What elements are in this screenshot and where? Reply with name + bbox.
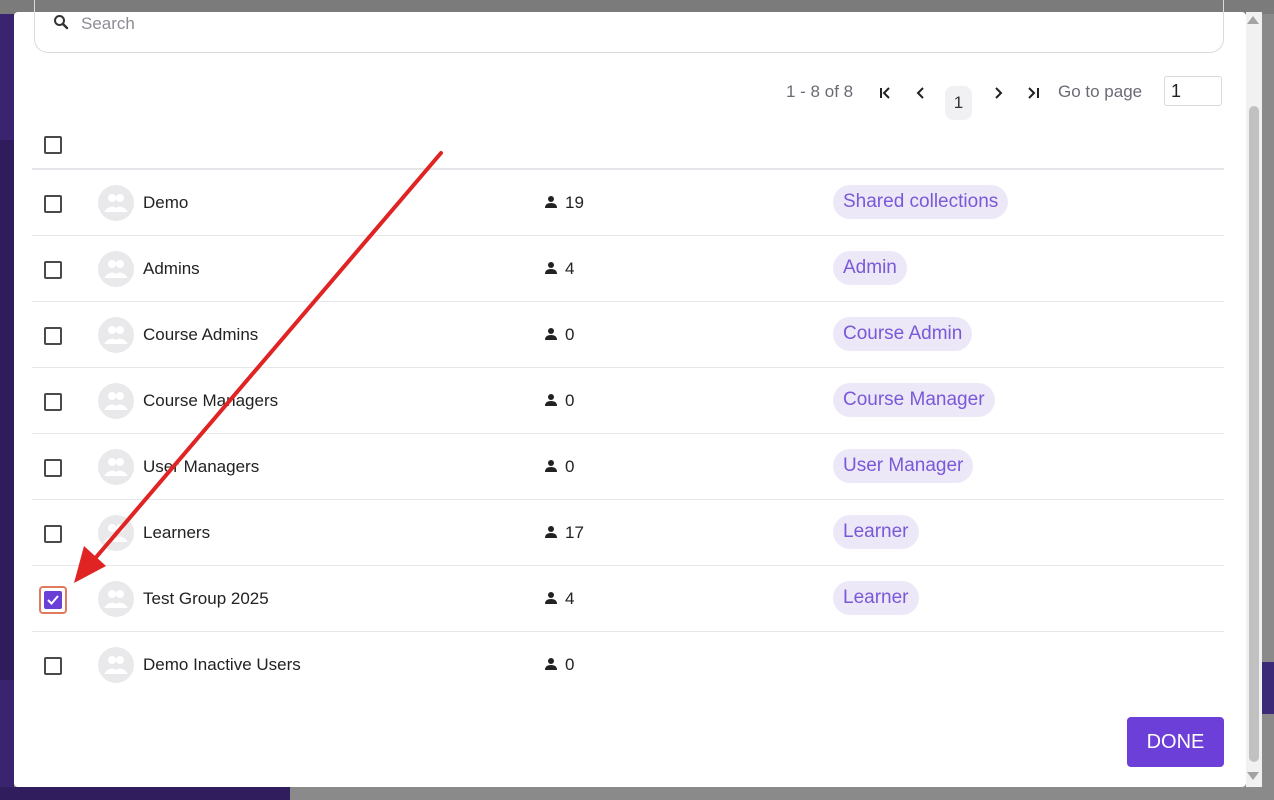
- scroll-down-icon[interactable]: [1247, 772, 1259, 780]
- row-checkbox[interactable]: [44, 327, 62, 345]
- row-checkbox[interactable]: [44, 657, 62, 675]
- group-name: Learners: [143, 523, 211, 542]
- role-tag: Course Manager: [833, 383, 995, 417]
- done-button[interactable]: DONE: [1127, 717, 1224, 767]
- person-icon: [545, 196, 557, 208]
- scroll-up-icon[interactable]: [1247, 16, 1259, 24]
- search-input[interactable]: [79, 10, 783, 38]
- go-to-page-label: Go to page: [1058, 82, 1143, 101]
- member-count: 19: [565, 193, 584, 212]
- scroll-thumb[interactable]: [1249, 106, 1259, 762]
- previous-page-icon[interactable]: [912, 84, 930, 102]
- member-count: 0: [565, 325, 575, 344]
- role-tag: User Manager: [833, 449, 974, 483]
- check-icon: [47, 595, 59, 605]
- person-icon: [545, 262, 557, 274]
- last-page-icon[interactable]: [1024, 84, 1042, 102]
- group-avatar-icon: [98, 515, 134, 551]
- group-name: User Managers: [143, 457, 260, 476]
- current-page-button[interactable]: 1: [945, 86, 972, 120]
- group-name: Demo Inactive Users: [143, 655, 301, 674]
- first-page-icon[interactable]: [877, 84, 895, 102]
- backdrop-bottom-bar: [0, 787, 290, 800]
- role-tag: Course Admin: [833, 317, 973, 351]
- member-count: 0: [565, 391, 575, 410]
- group-avatar-icon: [98, 251, 134, 287]
- backdrop-sidebar-strip: [0, 140, 14, 680]
- go-to-page-input[interactable]: [1164, 76, 1222, 106]
- group-avatar-icon: [98, 185, 134, 221]
- group-name: Admins: [143, 259, 200, 278]
- person-icon: [545, 592, 557, 604]
- group-picker-dialog: 1 - 8 of 8 1 Go to page Demo 19 Shared c…: [14, 0, 1246, 787]
- row-divider: [32, 433, 1224, 434]
- member-count: 4: [565, 589, 575, 608]
- search-bar[interactable]: [34, 0, 1224, 53]
- row-checkbox[interactable]: [44, 393, 62, 411]
- role-tag: Shared collections: [833, 185, 1009, 219]
- group-avatar-icon: [98, 647, 134, 683]
- group-avatar-icon: [98, 383, 134, 419]
- role-tag: Learner: [833, 581, 919, 615]
- row-divider: [32, 235, 1224, 236]
- group-avatar-icon: [98, 449, 134, 485]
- group-name: Demo: [143, 193, 189, 212]
- group-name: Course Admins: [143, 325, 259, 344]
- header-divider: [32, 168, 1224, 170]
- select-all-checkbox[interactable]: [44, 136, 62, 154]
- group-avatar-icon: [98, 317, 134, 353]
- row-checkbox[interactable]: [44, 525, 62, 543]
- person-icon: [545, 526, 557, 538]
- row-divider: [32, 631, 1224, 632]
- row-divider: [32, 499, 1224, 500]
- row-checkbox-checked[interactable]: [44, 591, 62, 609]
- person-icon: [545, 658, 557, 670]
- row-divider: [32, 565, 1224, 566]
- person-icon: [545, 328, 557, 340]
- search-icon: [54, 15, 69, 30]
- row-checkbox[interactable]: [44, 459, 62, 477]
- member-count: 4: [565, 259, 575, 278]
- pagination-range: 1 - 8 of 8: [786, 82, 854, 101]
- member-count: 0: [565, 655, 575, 674]
- row-divider: [32, 367, 1224, 368]
- next-page-icon[interactable]: [989, 84, 1007, 102]
- person-icon: [545, 394, 557, 406]
- group-name: Test Group 2025: [143, 589, 269, 608]
- member-count: 17: [565, 523, 584, 542]
- group-name: Course Managers: [143, 391, 279, 410]
- role-tag: Learner: [833, 515, 919, 549]
- person-icon: [545, 460, 557, 472]
- row-checkbox[interactable]: [44, 195, 62, 213]
- group-avatar-icon: [98, 581, 134, 617]
- role-tag: Admin: [833, 251, 907, 285]
- row-divider: [32, 301, 1224, 302]
- row-checkbox[interactable]: [44, 261, 62, 279]
- member-count: 0: [565, 457, 575, 476]
